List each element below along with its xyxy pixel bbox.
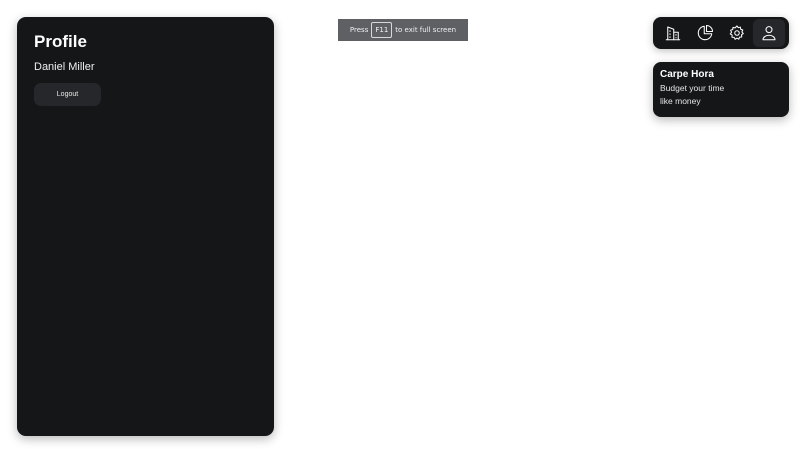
pie-chart-icon (697, 24, 714, 41)
city-buildings-icon (665, 26, 681, 41)
user-name: Daniel Miller (34, 61, 95, 73)
app-tagline-line-2: like money (660, 96, 701, 106)
nav-button-settings[interactable] (721, 19, 753, 47)
fullscreen-notice-prefix: Press (349, 26, 369, 34)
user-icon (762, 26, 776, 41)
app-info-card: Carpe Hora Budget your time like money (653, 62, 789, 117)
fullscreen-key: F11 (371, 22, 393, 38)
top-nav-bar (653, 17, 789, 49)
app-tagline-line-1: Budget your time (660, 83, 725, 93)
fullscreen-notice-suffix: to exit full screen (395, 26, 457, 34)
nav-button-statistics[interactable] (689, 19, 721, 47)
nav-button-dashboard[interactable] (657, 19, 689, 47)
logout-button[interactable]: Logout (34, 83, 101, 106)
nav-button-profile[interactable] (753, 19, 785, 47)
profile-panel: Profile Daniel Miller Logout (17, 17, 274, 436)
gear-icon (729, 25, 744, 40)
fullscreen-notice: Press F11 to exit full screen (338, 19, 468, 41)
app-name: Carpe Hora (660, 69, 714, 80)
page-title: Profile (34, 32, 87, 51)
